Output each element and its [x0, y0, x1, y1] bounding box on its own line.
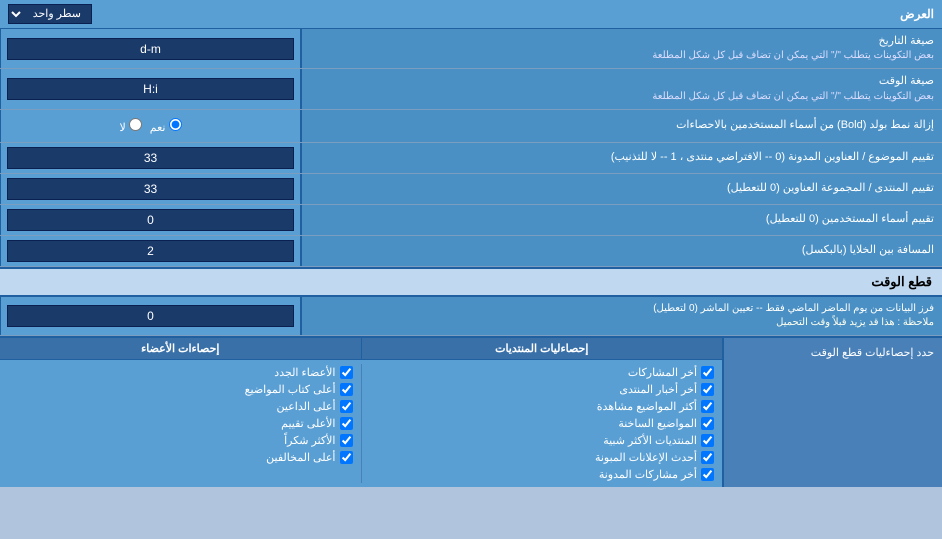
list-item: أحدث الإعلانات المبونة	[370, 449, 715, 466]
section-header-time: قطع الوقت	[0, 267, 942, 297]
checkbox-hot-topics[interactable]	[701, 417, 714, 430]
label-user-rating: تقييم أسماء المستخدمين (0 للتعطيل)	[300, 205, 942, 235]
checkbox-last-posts[interactable]	[701, 366, 714, 379]
top-label: العرض	[900, 7, 934, 21]
input-cell-time-format	[0, 69, 300, 108]
col-headers-row: إحصاءليات المنتديات إحصاءات الأعضاء	[0, 338, 722, 360]
radio-yes[interactable]	[169, 118, 182, 131]
col2-header: إحصاءات الأعضاء	[0, 338, 361, 359]
checkbox-forum-news[interactable]	[701, 383, 714, 396]
list-item: أخر المشاركات	[370, 364, 715, 381]
col1-header: إحصاءليات المنتديات	[361, 338, 723, 359]
list-item: المواضيع الساخنة	[370, 415, 715, 432]
list-item: أعلى كتاب المواضيع	[8, 381, 353, 398]
row-cell-spacing: المسافة بين الخلايا (بالبكسل)	[0, 236, 942, 267]
display-select[interactable]: سطر واحد سطران ثلاثة أسطر	[8, 4, 92, 24]
checkbox-recent-announces[interactable]	[701, 451, 714, 464]
checkboxes-row: أخر المشاركات أخر أخبار المنتدى أكثر الم…	[0, 360, 722, 487]
row-topic-rating: تقييم الموضوع / العناوين المدونة (0 -- ا…	[0, 143, 942, 174]
checkbox-popular-forums[interactable]	[701, 434, 714, 447]
label-data-sort-main: فرز البيانات من يوم الماضر الماضي فقط --…	[653, 302, 934, 316]
label-bold-remove: إزالة نمط بولد (Bold) من أسماء المستخدمي…	[300, 110, 942, 142]
user-rating-input[interactable]	[7, 209, 294, 231]
time-format-input[interactable]	[7, 78, 294, 100]
input-cell-data-sort	[0, 297, 300, 335]
list-item: المنتديات الأكثر شبية	[370, 432, 715, 449]
row-user-rating: تقييم أسماء المستخدمين (0 للتعطيل)	[0, 205, 942, 236]
row-data-sort: فرز البيانات من يوم الماضر الماضي فقط --…	[0, 297, 942, 336]
label-topic-rating: تقييم الموضوع / العناوين المدونة (0 -- ا…	[300, 143, 942, 173]
limit-label-text: حدد إحصاءليات قطع الوقت	[811, 346, 934, 359]
label-data-sort-note: ملاحظة : هذا قد يزيد قبلاً وقت التحميل	[653, 316, 934, 330]
col1-checkboxes: أخر المشاركات أخر أخبار المنتدى أكثر الم…	[361, 364, 723, 483]
label-cell-spacing: المسافة بين الخلايا (بالبكسل)	[300, 236, 942, 266]
bottom-limit-label: حدد إحصاءليات قطع الوقت	[722, 338, 942, 487]
data-sort-input[interactable]	[7, 305, 294, 327]
radio-no-label[interactable]: لا	[119, 118, 141, 134]
input-cell-date-format	[0, 29, 300, 68]
list-item: أكثر المواضيع مشاهدة	[370, 398, 715, 415]
col2-checkboxes: الأعضاء الجدد أعلى كتاب المواضيع أعلى ال…	[0, 364, 361, 483]
input-cell-bold: نعم لا	[0, 110, 300, 142]
label-data-sort: فرز البيانات من يوم الماضر الماضي فقط --…	[300, 297, 942, 335]
label-date-format: صيغة التاريخ بعض التكوينات يتطلب "/" الت…	[300, 29, 942, 68]
main-container: العرض سطر واحد سطران ثلاثة أسطر صيغة الت…	[0, 0, 942, 487]
checkbox-top-writers[interactable]	[340, 383, 353, 396]
top-row: العرض سطر واحد سطران ثلاثة أسطر	[0, 0, 942, 29]
section-title-time: قطع الوقت	[871, 274, 932, 289]
radio-no[interactable]	[129, 118, 142, 131]
list-item: أخر مشاركات المدونة	[370, 466, 715, 483]
label-time-format-main: صيغة الوقت	[652, 74, 934, 89]
date-format-input[interactable]	[7, 38, 294, 60]
topic-rating-input[interactable]	[7, 147, 294, 169]
input-cell-topic-rating	[0, 143, 300, 173]
radio-yes-label[interactable]: نعم	[150, 118, 182, 134]
checkbox-top-rated[interactable]	[340, 417, 353, 430]
list-item: أعلى الداعين	[8, 398, 353, 415]
checkbox-top-inviters[interactable]	[340, 400, 353, 413]
label-forum-rating: تقييم المنتدى / المجموعة العناوين (0 للت…	[300, 174, 942, 204]
checkbox-top-violators[interactable]	[340, 451, 353, 464]
cell-spacing-input[interactable]	[7, 240, 294, 262]
list-item: أعلى المخالفين	[8, 449, 353, 466]
forum-rating-input[interactable]	[7, 178, 294, 200]
list-item: الأعضاء الجدد	[8, 364, 353, 381]
radio-group-bold: نعم لا	[111, 114, 189, 138]
checkbox-most-thanked[interactable]	[340, 434, 353, 447]
checkbox-most-viewed[interactable]	[701, 400, 714, 413]
row-forum-rating: تقييم المنتدى / المجموعة العناوين (0 للت…	[0, 174, 942, 205]
row-date-format: صيغة التاريخ بعض التكوينات يتطلب "/" الت…	[0, 29, 942, 69]
input-cell-spacing	[0, 236, 300, 266]
label-date-format-sub: بعض التكوينات يتطلب "/" التي يمكن ان تضا…	[652, 49, 934, 63]
bottom-section: حدد إحصاءليات قطع الوقت إحصاءليات المنتد…	[0, 336, 942, 487]
label-time-format-sub: بعض التكوينات يتطلب "/" التي يمكن ان تضا…	[652, 90, 934, 104]
row-time-format: صيغة الوقت بعض التكوينات يتطلب "/" التي …	[0, 69, 942, 109]
list-item: أخر أخبار المنتدى	[370, 381, 715, 398]
row-bold-remove: إزالة نمط بولد (Bold) من أسماء المستخدمي…	[0, 110, 942, 143]
checkbox-new-members[interactable]	[340, 366, 353, 379]
input-cell-user-rating	[0, 205, 300, 235]
list-item: الأكثر شكراً	[8, 432, 353, 449]
checkbox-blog-posts[interactable]	[701, 468, 714, 481]
label-time-format: صيغة الوقت بعض التكوينات يتطلب "/" التي …	[300, 69, 942, 108]
bottom-checkboxes-container: إحصاءليات المنتديات إحصاءات الأعضاء أخر …	[0, 338, 722, 487]
label-date-format-main: صيغة التاريخ	[652, 34, 934, 49]
list-item: الأعلى تقييم	[8, 415, 353, 432]
input-cell-forum-rating	[0, 174, 300, 204]
